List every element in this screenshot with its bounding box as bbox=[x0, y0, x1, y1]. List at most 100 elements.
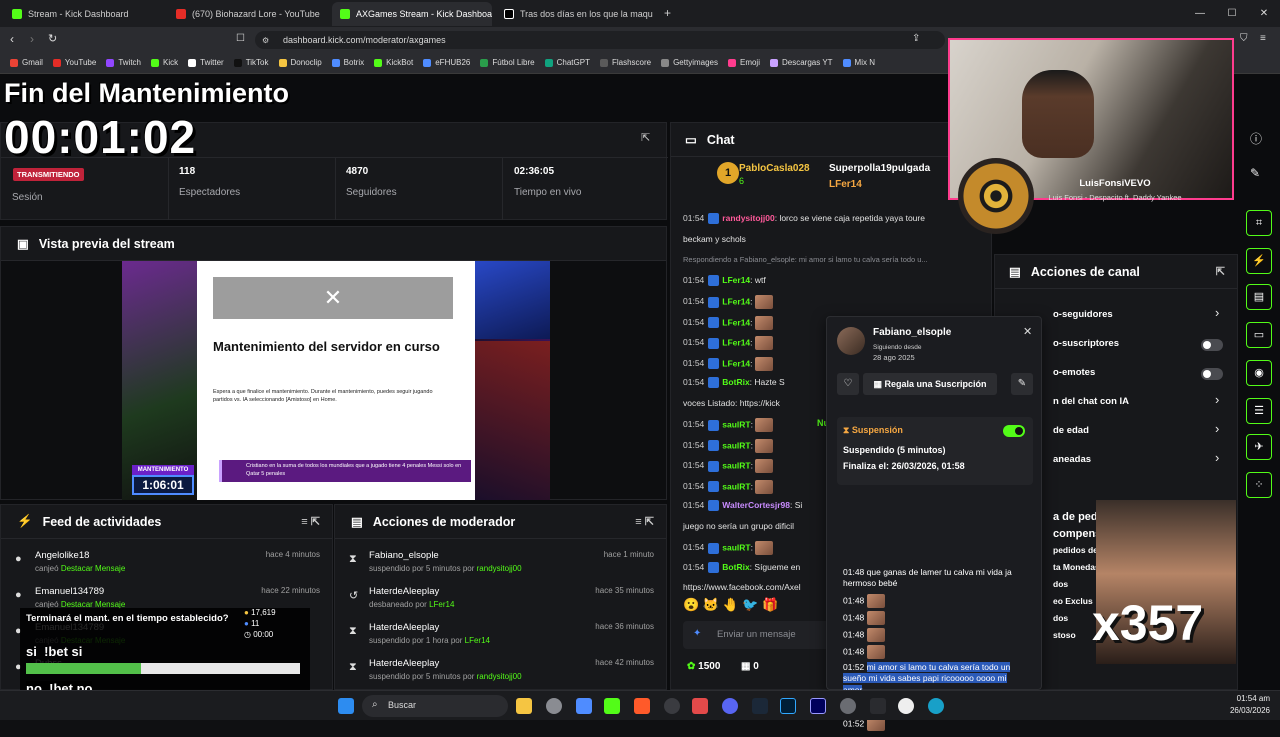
maximize-icon[interactable]: ☐ bbox=[1216, 0, 1248, 27]
chat-username[interactable]: LFer14 bbox=[722, 296, 750, 306]
chat-message[interactable]: 01:54 BotRix: Sígueme en bbox=[683, 562, 800, 573]
bookmark-4[interactable]: Twitter bbox=[188, 58, 224, 67]
wrench-icon[interactable]: ✈ bbox=[1246, 434, 1272, 460]
tab-youtube[interactable]: (670) Biohazard Lore - YouTube bbox=[168, 2, 328, 26]
apps-icon[interactable]: ⁘ bbox=[1246, 472, 1272, 498]
channel-action-item[interactable]: o-suscriptores bbox=[1053, 338, 1223, 349]
bookmark-14[interactable]: Emoji bbox=[727, 58, 760, 67]
mod-tools-icon[interactable]: ✎ bbox=[1011, 373, 1033, 395]
modlog-item[interactable]: ⧗ HaterdeAleeplay suspendido por 5 minut… bbox=[335, 653, 666, 689]
chat-username[interactable]: randysitojj00 bbox=[722, 213, 774, 223]
app-icon[interactable] bbox=[576, 698, 592, 714]
channel-action-partial[interactable]: a de ped bbox=[1053, 511, 1098, 523]
chat-username[interactable]: LFer14 bbox=[722, 317, 750, 327]
bookmark-0[interactable]: Gmail bbox=[10, 58, 43, 67]
info-icon[interactable]: ⓘ bbox=[1250, 130, 1262, 147]
bookmark-6[interactable]: Donoclip bbox=[278, 58, 322, 67]
chat-username[interactable]: BotRix bbox=[722, 377, 749, 387]
modlog-item[interactable]: ⧗ Fabiano_elsople suspendido por 5 minut… bbox=[335, 545, 666, 581]
top-gifter-1[interactable]: PabloCasla028 bbox=[739, 163, 810, 174]
url-field[interactable]: dashboard.kick.com/moderator/axgames bbox=[255, 31, 945, 49]
channel-action-toggle[interactable] bbox=[1201, 339, 1223, 351]
edge-icon[interactable] bbox=[928, 698, 944, 714]
media-icon[interactable] bbox=[664, 698, 680, 714]
document-icon[interactable]: ▤ bbox=[1246, 284, 1272, 310]
bookmark-7[interactable]: Botrix bbox=[331, 58, 364, 67]
app-icon[interactable] bbox=[870, 698, 886, 714]
channel-action-item[interactable]: aneadas bbox=[1053, 454, 1223, 465]
tab-stream-dashboard[interactable]: Stream - Kick Dashboard bbox=[4, 2, 164, 26]
forward-icon[interactable]: › bbox=[30, 32, 34, 46]
channel-action-partial[interactable]: dos bbox=[1053, 613, 1068, 623]
bookmark-3[interactable]: Kick bbox=[151, 58, 178, 67]
close-icon[interactable]: ✕ bbox=[1023, 325, 1032, 338]
bookmark-8[interactable]: KickBot bbox=[374, 58, 413, 67]
heart-icon[interactable]: ♡ bbox=[837, 373, 859, 395]
app-red-icon[interactable] bbox=[692, 698, 708, 714]
list-icon[interactable]: ☰ bbox=[1246, 398, 1272, 424]
chat-message[interactable]: 01:54 LFer14: wtf bbox=[683, 275, 766, 286]
taskbar-search[interactable]: ⌕ Buscar bbox=[362, 695, 508, 717]
file-explorer-icon[interactable] bbox=[516, 698, 532, 714]
settings-icon[interactable] bbox=[840, 698, 856, 714]
top-gifter-3[interactable]: LFer14 bbox=[829, 179, 862, 190]
kick-app-icon[interactable] bbox=[604, 698, 620, 714]
chat-message[interactable]: 01:54 randysitojj00: lorco se viene caja … bbox=[683, 213, 925, 225]
channel-action-partial[interactable]: compens bbox=[1053, 528, 1101, 540]
discord-icon[interactable] bbox=[722, 698, 738, 714]
popout-icon[interactable]: ⇱ bbox=[641, 131, 650, 144]
bookmark-2[interactable]: Twitch bbox=[106, 58, 141, 67]
bookmark-15[interactable]: Descargas YT bbox=[770, 58, 833, 67]
premiere-icon[interactable] bbox=[810, 698, 826, 714]
channel-action-item[interactable]: n del chat con IA bbox=[1053, 396, 1223, 407]
bookmark-9[interactable]: eFHUB26 bbox=[423, 58, 470, 67]
channel-action-item[interactable]: o-emotes bbox=[1053, 367, 1223, 378]
chat-message[interactable]: 01:54 LFer14: bbox=[683, 356, 773, 371]
chat-message[interactable]: 01:54 LFer14: bbox=[683, 295, 773, 309]
chat-username[interactable]: LFer14 bbox=[722, 275, 750, 285]
menu-icon[interactable]: ≡ bbox=[1260, 33, 1266, 44]
tab-axgames[interactable]: AXGames Stream - Kick Dashboa ✕ bbox=[332, 2, 492, 26]
channel-action-toggle[interactable] bbox=[1201, 368, 1223, 380]
chat-message[interactable]: voces Listado: https://kick bbox=[683, 398, 780, 408]
chat-username[interactable]: saulRT bbox=[722, 542, 750, 552]
screenshot-icon[interactable]: ⌗ bbox=[1246, 210, 1272, 236]
chevron-right-icon[interactable]: › bbox=[1215, 450, 1219, 465]
tab-tiktok[interactable]: Tras dos días en los que la maqu bbox=[496, 2, 656, 26]
chat-message[interactable]: 01:54 LFer14: bbox=[683, 315, 773, 330]
bookmark-12[interactable]: Flashscore bbox=[599, 58, 651, 67]
gift-sub-button[interactable]: ▦ Regala una Suscripción bbox=[863, 373, 997, 395]
chat-username[interactable]: saulRT bbox=[722, 419, 750, 429]
reload-icon[interactable]: ↻ bbox=[48, 32, 57, 45]
top-gifter-2[interactable]: Superpolla19pulgada bbox=[829, 163, 930, 174]
bookmark-13[interactable]: Gettyimages bbox=[661, 58, 718, 67]
windows-start-icon[interactable] bbox=[338, 698, 354, 714]
bookmark-icon[interactable]: ☐ bbox=[236, 33, 245, 44]
chat-message[interactable]: 01:54 saulRT: bbox=[683, 438, 774, 453]
channel-action-item[interactable]: o-seguidores bbox=[1053, 309, 1223, 320]
photoshop-icon[interactable] bbox=[780, 698, 796, 714]
chat-message[interactable]: https://www.facebook.com/Axel bbox=[683, 582, 801, 592]
chat-username[interactable]: saulRT bbox=[722, 460, 750, 470]
shield-icon[interactable]: ⛉ bbox=[1240, 33, 1248, 44]
chat-message[interactable]: 01:54 saulRT: bbox=[683, 479, 774, 494]
broadcast-icon[interactable]: ◉ bbox=[1246, 360, 1272, 386]
emote-bar[interactable]: 😮 🐱 🤚 🐦 🎁 bbox=[683, 597, 778, 613]
minimize-icon[interactable]: — bbox=[1184, 0, 1216, 27]
edit-icon[interactable]: ✎ bbox=[1250, 166, 1260, 180]
share-icon[interactable]: ⇪ bbox=[912, 33, 920, 44]
bookmark-5[interactable]: TikTok bbox=[233, 58, 269, 67]
suspension-toggle[interactable] bbox=[1003, 425, 1025, 437]
close-window-icon[interactable]: ✕ bbox=[1248, 0, 1280, 27]
channel-action-item[interactable]: de edad bbox=[1053, 425, 1223, 436]
chrome-icon[interactable] bbox=[546, 698, 562, 714]
channel-action-partial[interactable]: stoso bbox=[1053, 630, 1076, 640]
user-card-name[interactable]: Fabiano_elsople bbox=[873, 327, 951, 338]
site-info-icon[interactable]: ⚙ bbox=[262, 36, 269, 45]
chat-message[interactable]: 01:54 WalterCortesjr98: Si bbox=[683, 500, 802, 512]
chat-message[interactable]: 01:54 saulRT: bbox=[683, 418, 774, 432]
chat-bubble-icon[interactable]: ▭ bbox=[1246, 322, 1272, 348]
channel-action-partial[interactable]: pedidos de bbox=[1053, 545, 1098, 555]
popout-icon[interactable]: ⇱ bbox=[1216, 265, 1225, 278]
feed-item[interactable]: ● Angelolike18 canjeó Destacar Mensaje h… bbox=[1, 545, 332, 581]
